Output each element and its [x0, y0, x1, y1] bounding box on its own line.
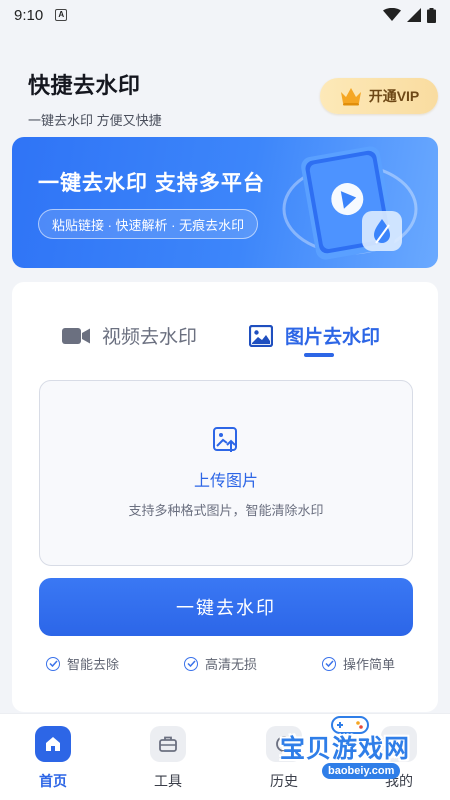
- tabbar-item-home[interactable]: 首页: [23, 726, 83, 791]
- site-watermark: 宝贝游戏网 baobeiy.com: [270, 715, 420, 785]
- signal-icon: [407, 8, 421, 22]
- watermark-url: baobeiy.com: [322, 763, 401, 779]
- image-icon: [249, 324, 273, 347]
- upload-hint: 支持多种格式图片，智能清除水印: [128, 503, 324, 518]
- promo-banner[interactable]: 一键去水印 支持多平台 粘贴链接 · 快速解析 · 无痕去水印: [12, 137, 438, 268]
- check-circle-icon: [46, 656, 60, 671]
- status-icons: [383, 7, 436, 23]
- main-card: 视频去水印 图片去水印 上传图片 支持多种格式图片，智能清除水印 一键去水印 智…: [12, 282, 438, 712]
- crown-icon: [340, 88, 361, 106]
- feature-label: 操作简单: [343, 657, 396, 672]
- tabbar-label: 工具: [154, 773, 182, 789]
- feature-item: 高清无损: [184, 654, 257, 673]
- home-icon: [35, 726, 71, 762]
- feature-label: 智能去除: [67, 657, 120, 672]
- tab-video-label: 视频去水印: [102, 327, 198, 348]
- page-title: 快捷去水印: [28, 73, 141, 98]
- notification-icon: A: [55, 9, 68, 21]
- active-tab-indicator: [304, 353, 334, 357]
- feature-item: 智能去除: [46, 654, 119, 673]
- wifi-icon: [383, 8, 401, 21]
- status-time: 9:10: [14, 6, 44, 24]
- battery-icon: [427, 7, 436, 23]
- upload-area[interactable]: 上传图片 支持多种格式图片，智能清除水印: [39, 380, 413, 566]
- remove-watermark-button[interactable]: 一键去水印: [39, 578, 413, 636]
- status-bar: 9:10 A: [0, 0, 450, 30]
- check-circle-icon: [322, 656, 336, 671]
- page-subtitle: 一键去水印 方便又快捷: [28, 113, 162, 128]
- feature-item: 操作简单: [322, 654, 395, 673]
- vip-label: 开通VIP: [368, 88, 420, 104]
- vip-button[interactable]: 开通VIP: [320, 78, 438, 114]
- banner-features-pill: 粘贴链接 · 快速解析 · 无痕去水印: [38, 209, 259, 239]
- header: 快捷去水印 一键去水印 方便又快捷: [28, 68, 162, 129]
- phone-illustration-icon: [282, 146, 418, 260]
- tabbar-label: 首页: [39, 773, 67, 789]
- tab-image-label: 图片去水印: [285, 327, 381, 348]
- tab-image-watermark[interactable]: 图片去水印: [249, 322, 380, 349]
- upload-title: 上传图片: [193, 473, 258, 490]
- video-camera-icon: [62, 327, 90, 344]
- upload-image-icon: [213, 427, 237, 452]
- watermark-text: 宝贝游戏网: [280, 735, 411, 763]
- toolbox-icon: [150, 726, 186, 762]
- tabbar-item-tools[interactable]: 工具: [138, 726, 198, 791]
- check-circle-icon: [184, 656, 198, 671]
- tab-video-watermark[interactable]: 视频去水印: [62, 322, 197, 349]
- feature-label: 高清无损: [205, 657, 258, 672]
- banner-title: 一键去水印 支持多平台: [38, 172, 265, 195]
